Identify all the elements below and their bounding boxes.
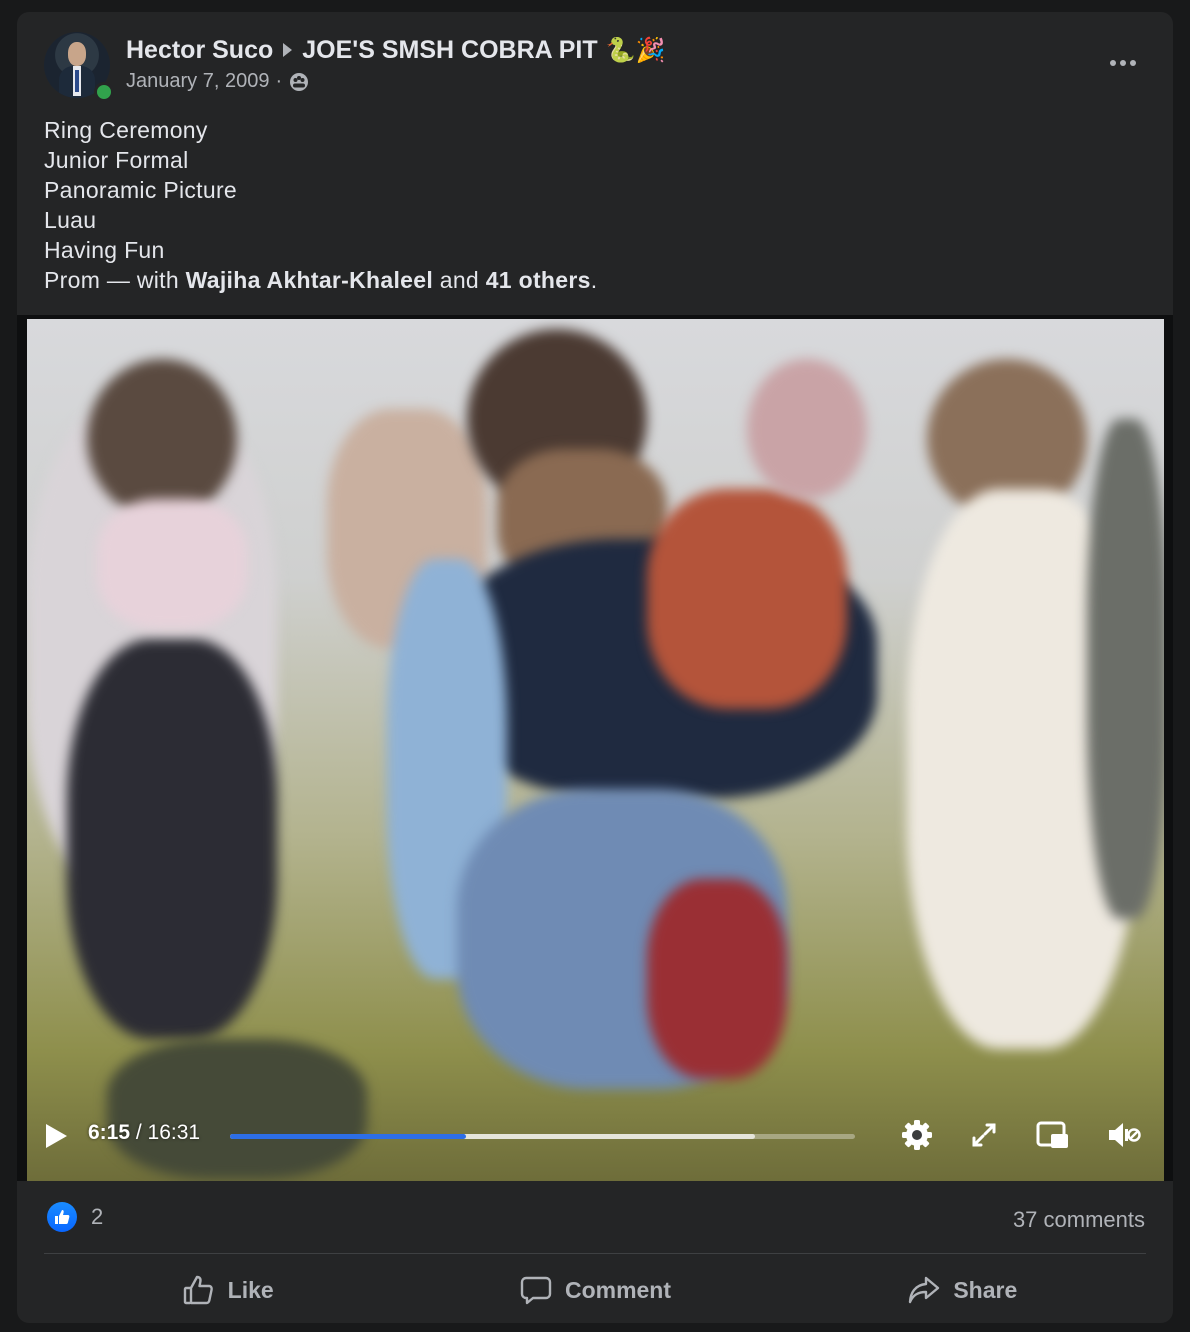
video-frame[interactable] <box>27 319 1164 1181</box>
caption-line: Junior Formal <box>44 147 189 173</box>
video-duration: 16:31 <box>147 1121 201 1144</box>
progress-played <box>230 1134 467 1139</box>
comment-button[interactable]: Comment <box>411 1262 778 1318</box>
tagged-others-link[interactable]: 41 others <box>486 267 591 293</box>
author-name[interactable]: Hector Suco <box>126 36 273 65</box>
play-icon[interactable] <box>46 1124 67 1148</box>
caption-tag-line: Prom — with Wajiha Akhtar-Khaleel and 41… <box>44 267 598 293</box>
video-time: 6:15 / 16:31 <box>88 1121 201 1144</box>
more-dot-icon <box>1110 60 1116 66</box>
fullscreen-icon[interactable] <box>966 1117 1002 1153</box>
progress-bar[interactable] <box>230 1134 855 1139</box>
group-name[interactable]: JOE'S SMSH COBRA PIT <box>302 36 597 65</box>
reactions-summary[interactable]: 2 <box>47 1202 103 1232</box>
share-label: Share <box>953 1276 1018 1303</box>
post-card: Hector Suco JOE'S SMSH COBRA PIT 🐍🎉 Janu… <box>17 12 1173 1323</box>
online-status-dot <box>94 82 114 102</box>
post-date[interactable]: January 7, 2009 <box>126 70 269 93</box>
picture-in-picture-icon[interactable] <box>1035 1117 1071 1153</box>
group-emoji: 🐍🎉 <box>605 36 666 64</box>
thumbs-up-icon <box>183 1275 213 1305</box>
post-caption: Ring Ceremony Junior Formal Panoramic Pi… <box>44 115 1144 295</box>
settings-gear-icon[interactable] <box>899 1117 935 1153</box>
caption-line: Having Fun <box>44 237 165 263</box>
meta-separator: · <box>275 70 283 92</box>
footer-divider <box>44 1253 1146 1254</box>
video-player[interactable]: 6:15 / 16:31 <box>17 315 1173 1181</box>
like-label: Like <box>227 1276 274 1303</box>
comments-count-link[interactable]: 37 comments <box>1013 1207 1145 1233</box>
reaction-count: 2 <box>91 1204 104 1229</box>
like-button[interactable]: Like <box>44 1262 411 1318</box>
share-arrow-icon <box>909 1276 940 1304</box>
post-header: Hector Suco JOE'S SMSH COBRA PIT 🐍🎉 <box>126 34 665 66</box>
caption-line: Ring Ceremony <box>44 117 208 143</box>
volume-muted-icon[interactable] <box>1105 1117 1141 1153</box>
current-time: 6:15 <box>88 1121 131 1144</box>
post-actions: Like Comment Share <box>44 1262 1146 1318</box>
video-controls: 6:15 / 16:31 <box>17 1101 1173 1181</box>
post-meta: January 7, 2009 · <box>126 70 310 93</box>
share-button[interactable]: Share <box>779 1262 1146 1318</box>
tagged-person-link[interactable]: Wajiha Akhtar-Khaleel <box>186 267 433 293</box>
caption-line: Panoramic Picture <box>44 177 238 203</box>
comment-bubble-icon <box>520 1276 552 1305</box>
like-reaction-icon <box>47 1202 77 1232</box>
more-dot-icon <box>1130 60 1136 66</box>
more-dot-icon <box>1120 60 1126 66</box>
caption-line: Luau <box>44 207 97 233</box>
more-options-button[interactable] <box>1103 48 1143 78</box>
caret-right-icon <box>283 43 293 57</box>
comment-label: Comment <box>564 1276 672 1303</box>
group-privacy-icon <box>290 72 309 91</box>
